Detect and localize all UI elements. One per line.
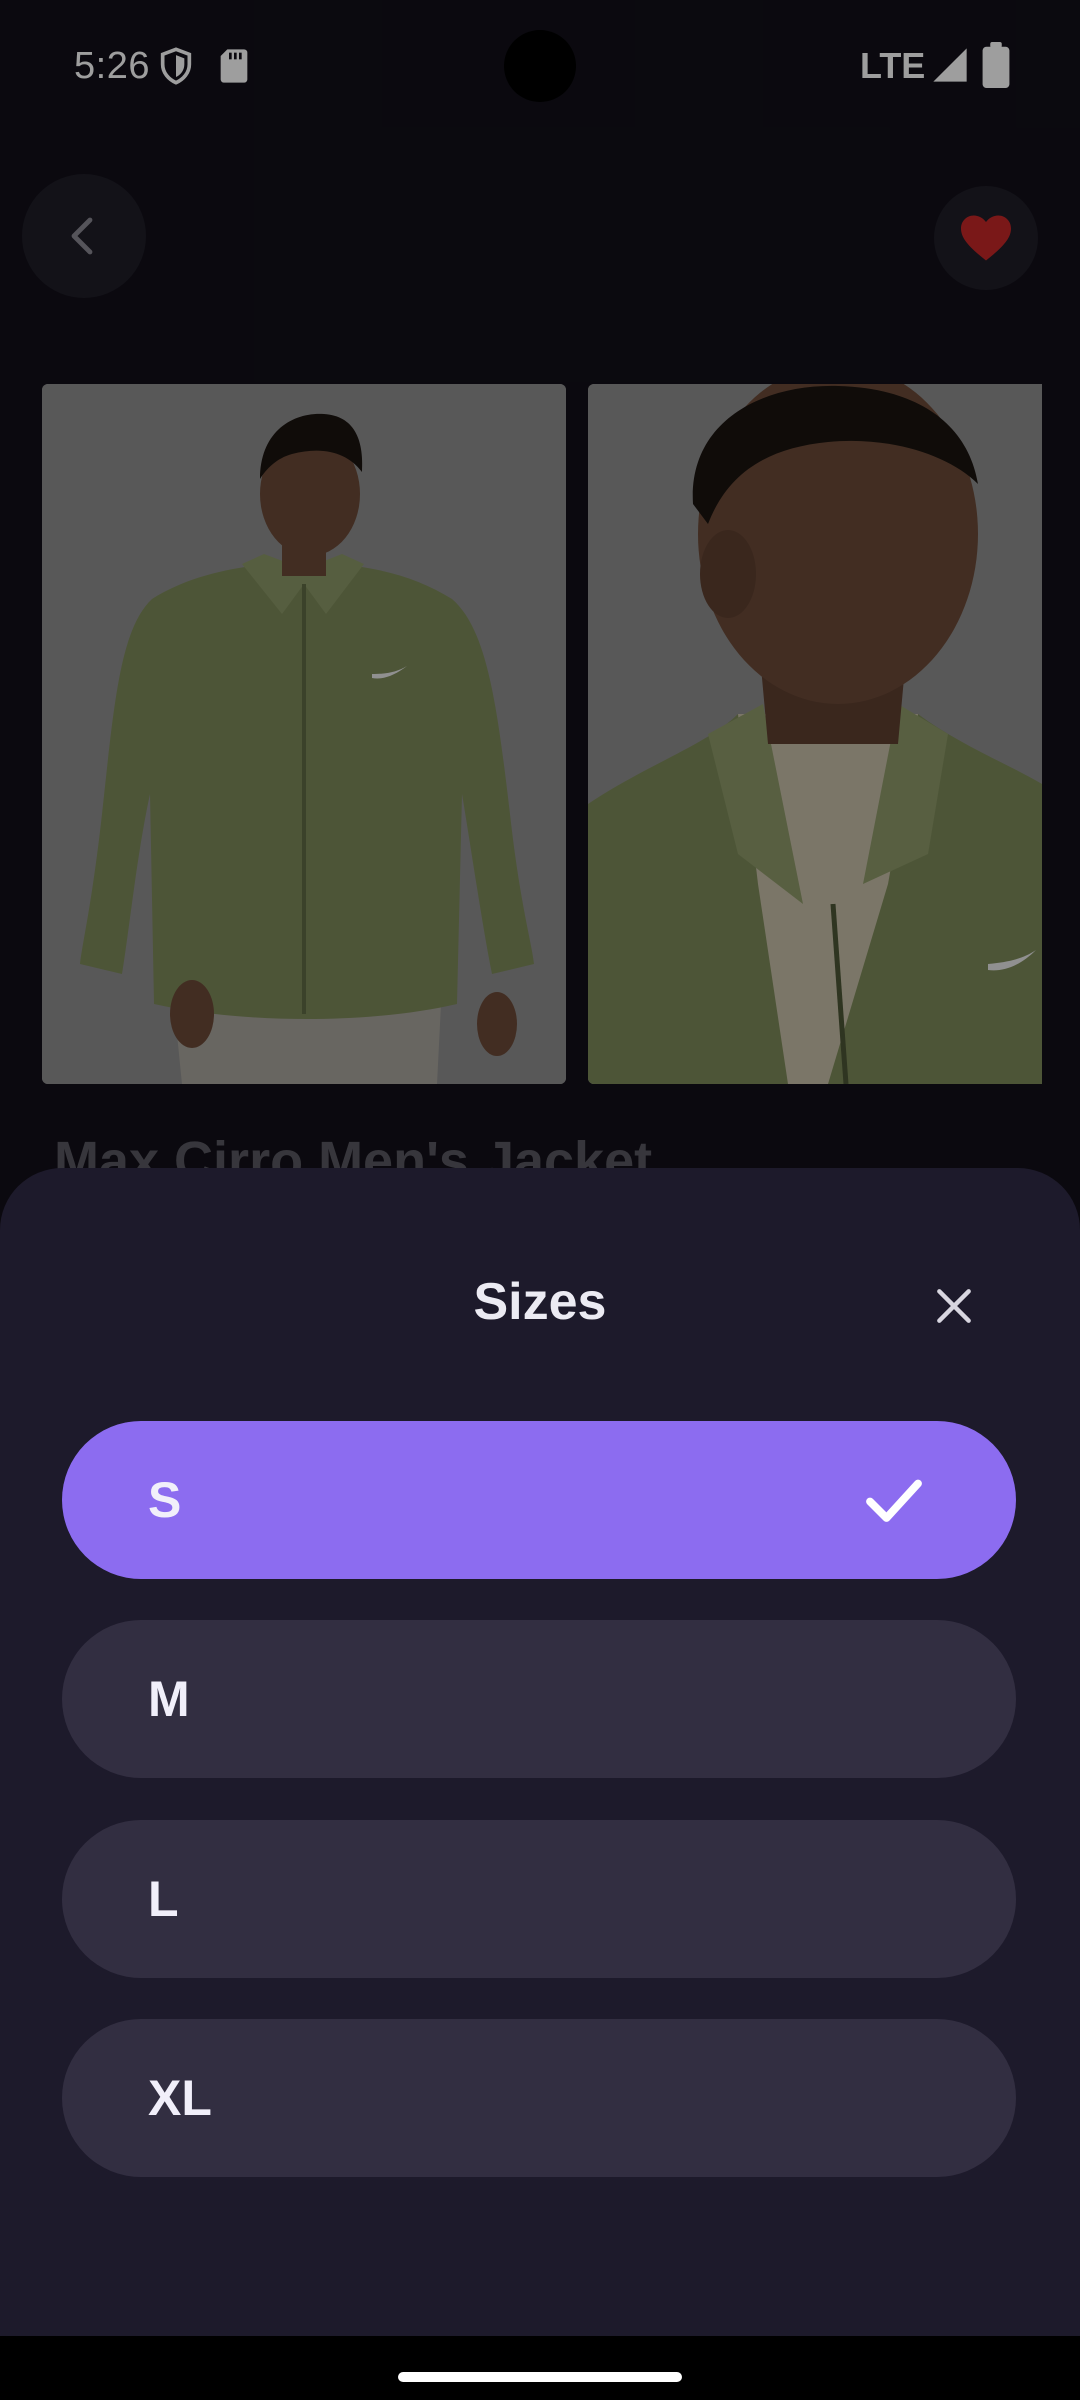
size-label: M (148, 1671, 190, 1727)
size-option-s[interactable]: S (62, 1421, 1016, 1579)
size-label: XL (148, 2070, 212, 2126)
check-icon (866, 1479, 922, 1522)
close-button[interactable] (916, 1268, 992, 1344)
size-option-m[interactable]: M (62, 1620, 1016, 1778)
size-option-xl[interactable]: XL (62, 2019, 1016, 2177)
home-gesture-handle[interactable] (398, 2372, 682, 2382)
size-label: L (148, 1871, 179, 1927)
sizes-bottom-sheet: Sizes S M L XL (0, 1168, 1080, 2400)
system-nav-bar (0, 2336, 1080, 2400)
size-option-l[interactable]: L (62, 1820, 1016, 1978)
close-icon (937, 1289, 971, 1323)
size-label: S (148, 1472, 182, 1528)
product-screen: 5:26 LTE Max Cirro Men's Jacket Sizes S … (0, 0, 1080, 2400)
